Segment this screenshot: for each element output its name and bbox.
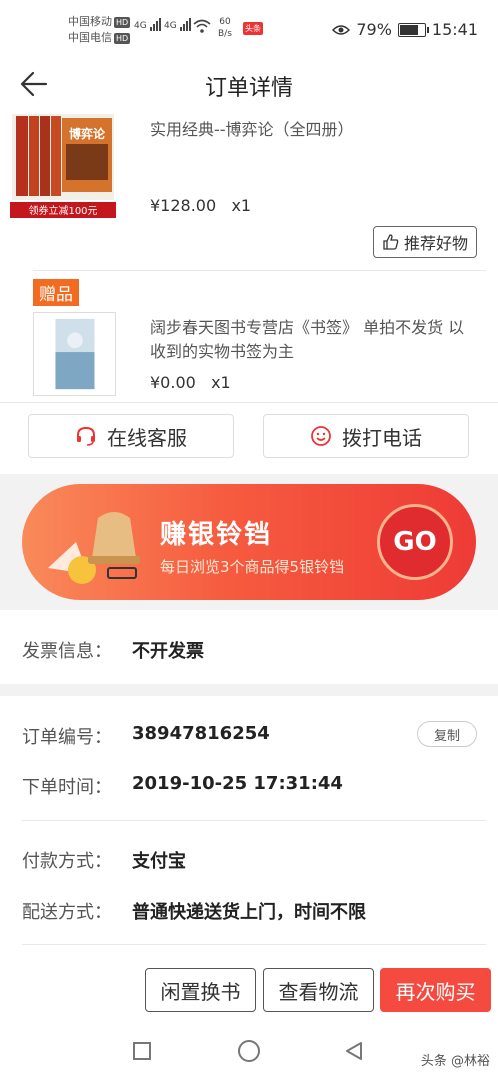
- battery-percent: 79%: [356, 20, 392, 39]
- carrier-1: 中国移动: [68, 15, 112, 28]
- order-number-label: 订单编号：: [22, 727, 112, 748]
- divider: [22, 944, 486, 945]
- status-bar: 中国移动 HD 中国电信 HD 4G 4G 60 B/s 头条 79% 15:41: [0, 0, 498, 60]
- invoice-value: 不开发票: [132, 641, 204, 662]
- smiley-icon: [311, 426, 331, 446]
- toutiao-badge: 头条: [243, 22, 263, 35]
- delivery-value: 普通快递送货上门，时间不限: [132, 902, 366, 923]
- order-time-label: 下单时间：: [22, 777, 112, 798]
- go-button[interactable]: GO: [377, 504, 453, 580]
- recommend-label: 推荐好物: [403, 234, 468, 253]
- battery-fill: [399, 24, 419, 35]
- system-nav-bar: 头条 @林裕: [0, 1024, 498, 1080]
- gift-price: ¥0.00: [150, 373, 196, 392]
- promo-banner[interactable]: 赚银铃铛 每日浏览3个商品得5银铃铛 GO: [22, 484, 476, 600]
- recommend-button[interactable]: 推荐好物: [373, 226, 477, 258]
- signal-2-label: 4G: [164, 21, 177, 31]
- delivery-label: 配送方式：: [22, 902, 112, 923]
- book-cover-title: 博弈论: [69, 126, 106, 141]
- coupon-tag: 领券立减100元: [28, 204, 97, 217]
- view-logistics-button[interactable]: 查看物流: [263, 968, 374, 1012]
- hd-badge-2: HD: [114, 33, 131, 44]
- gift-qty: x1: [211, 373, 231, 392]
- online-service-button[interactable]: 在线客服: [28, 414, 234, 458]
- signal-2-icon: 4G: [164, 18, 192, 31]
- page-title: 订单详情: [204, 76, 293, 101]
- call-label: 拨打电话: [342, 425, 422, 450]
- signal-1-label: 4G: [134, 21, 147, 31]
- online-service-label: 在线客服: [107, 425, 187, 450]
- nav-bar: 订单详情: [0, 60, 498, 108]
- product-price-qty: ¥128.00 x1: [150, 196, 251, 215]
- eye-icon: [332, 24, 351, 35]
- recents-icon[interactable]: [133, 1042, 151, 1060]
- divider: [0, 402, 498, 403]
- order-time: 2019-10-25 17:31:44: [132, 773, 343, 794]
- wifi-icon: [193, 19, 211, 33]
- bookmark-image[interactable]: [33, 312, 116, 396]
- hd-badge-1: HD: [114, 17, 131, 28]
- order-number: 38947816254: [132, 723, 270, 744]
- promo-banner-area: 赚银铃铛 每日浏览3个商品得5银铃铛 GO: [0, 474, 498, 610]
- gift-title: 阔步春天图书专营店《书签》 单拍不发货 以收到的实物书签为主: [150, 318, 465, 361]
- gift-badge: 赠品: [33, 279, 79, 306]
- carrier-info: 中国移动 HD 中国电信 HD: [68, 14, 131, 46]
- payment-value: 支付宝: [132, 851, 186, 872]
- thumbs-up-icon: [383, 234, 399, 250]
- status-right: 79% 15:41: [332, 20, 478, 39]
- swap-book-button[interactable]: 闲置换书: [145, 968, 256, 1012]
- carrier-2: 中国电信: [68, 31, 112, 44]
- battery-icon: [397, 22, 429, 37]
- speed-unit: B/s: [218, 29, 232, 39]
- back-triangle-icon[interactable]: [343, 1040, 365, 1062]
- book-cover-image: 博弈论 领券立减100元: [10, 114, 116, 218]
- network-speed: 60 B/s: [218, 16, 232, 40]
- invoice-label: 发票信息：: [22, 641, 112, 662]
- payment-label: 付款方式：: [22, 851, 112, 872]
- copy-button[interactable]: 复制: [417, 721, 477, 747]
- speed-value: 60: [219, 17, 231, 27]
- divider: [33, 270, 486, 271]
- divider: [22, 820, 486, 821]
- watermark: 头条 @林裕: [420, 1054, 490, 1069]
- product-price: ¥128.00: [150, 196, 217, 215]
- buy-again-button[interactable]: 再次购买: [380, 968, 491, 1012]
- product-qty: x1: [231, 196, 252, 215]
- call-button[interactable]: 拨打电话: [263, 414, 469, 458]
- gift-price-qty: ¥0.00 x1: [150, 373, 231, 392]
- signal-1-icon: 4G: [134, 18, 162, 31]
- section-gap: [0, 684, 498, 696]
- home-icon[interactable]: [238, 1040, 260, 1062]
- product-title: 实用经典--博弈论（全四册）: [150, 120, 354, 139]
- banner-title: 赚银铃铛: [160, 520, 273, 550]
- product-item[interactable]: 博弈论 领券立减100元 实用经典--博弈论（全四册） ¥128.00 x1 推…: [0, 108, 498, 268]
- headset-icon: [77, 426, 95, 446]
- clock: 15:41: [431, 20, 478, 39]
- bell-icon: [48, 512, 140, 584]
- banner-subtitle: 每日浏览3个商品得5银铃铛: [160, 558, 345, 576]
